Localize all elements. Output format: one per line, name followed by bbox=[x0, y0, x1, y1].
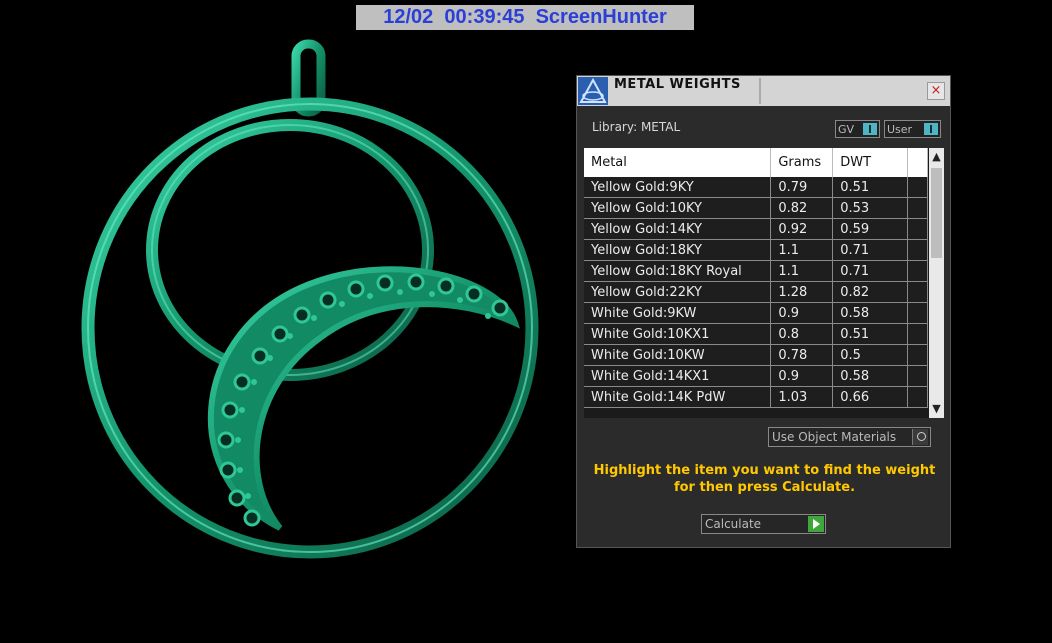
blank-cell bbox=[907, 344, 928, 366]
blank-cell bbox=[907, 197, 928, 219]
calculate-button[interactable]: Calculate bbox=[701, 514, 826, 534]
dwt-cell: 0.71 bbox=[832, 239, 909, 261]
table-row[interactable]: Yellow Gold:9KY 0.79 0.51 bbox=[584, 177, 928, 198]
table-row[interactable]: Yellow Gold:10KY 0.82 0.53 bbox=[584, 197, 928, 219]
blank-cell bbox=[907, 365, 928, 387]
grams-cell: 1.28 bbox=[770, 281, 834, 303]
table-header-row: Metal Grams DWT bbox=[584, 148, 928, 177]
grams-cell: 1.03 bbox=[770, 386, 834, 408]
list-scrollbar[interactable]: ▲ ▼ bbox=[929, 148, 944, 418]
gv-toggle[interactable]: GV bbox=[835, 120, 880, 138]
table-row[interactable]: White Gold:10KX1 0.8 0.51 bbox=[584, 323, 928, 345]
rhino-app-icon bbox=[578, 77, 608, 105]
column-header-blank bbox=[907, 148, 928, 177]
table-row[interactable]: White Gold:14KX1 0.9 0.58 bbox=[584, 365, 928, 387]
metal-list[interactable]: Metal Grams DWT Yellow Gold:9KY 0.79 0.51 Y… bbox=[584, 148, 944, 418]
dwt-cell: 0.5 bbox=[832, 344, 909, 366]
instructions-text: Highlight the item you want to find the … bbox=[593, 463, 936, 495]
calculate-label: Calculate bbox=[705, 517, 762, 531]
radio-icon bbox=[912, 429, 928, 445]
blank-cell bbox=[907, 386, 928, 408]
dwt-cell: 0.51 bbox=[832, 177, 909, 198]
render-viewport[interactable] bbox=[60, 38, 560, 578]
grams-cell: 0.79 bbox=[770, 177, 834, 198]
panel-title: METAL WEIGHTS bbox=[614, 77, 741, 92]
titlebar-divider bbox=[759, 78, 761, 104]
metal-name-cell: Yellow Gold:22KY bbox=[584, 281, 772, 303]
screen: 12/02 00:39:45 ScreenHunter METAL WEIGHT… bbox=[0, 0, 1052, 643]
grams-cell: 0.9 bbox=[770, 365, 834, 387]
use-object-materials-toggle[interactable]: Use Object Materials bbox=[768, 427, 931, 447]
toggle-knob-icon bbox=[924, 123, 938, 135]
screenhunter-timestamp: 12/02 00:39:45 ScreenHunter bbox=[356, 5, 694, 30]
dwt-cell: 0.53 bbox=[832, 197, 909, 219]
dwt-cell: 0.58 bbox=[832, 365, 909, 387]
metal-weights-panel: METAL WEIGHTS × Library: METAL GV User M… bbox=[576, 75, 951, 548]
scroll-thumb[interactable] bbox=[931, 168, 942, 258]
metal-name-cell: White Gold:14K PdW bbox=[584, 386, 772, 408]
grams-cell: 0.9 bbox=[770, 302, 834, 324]
grams-cell: 0.82 bbox=[770, 197, 834, 219]
blank-cell bbox=[907, 239, 928, 261]
table-row[interactable]: White Gold:9KW 0.9 0.58 bbox=[584, 302, 928, 324]
blank-cell bbox=[907, 281, 928, 303]
metal-name-cell: Yellow Gold:10KY bbox=[584, 197, 772, 219]
column-header-metal[interactable]: Metal bbox=[584, 148, 772, 177]
metal-name-cell: White Gold:9KW bbox=[584, 302, 772, 324]
grams-cell: 0.78 bbox=[770, 344, 834, 366]
dwt-cell: 0.82 bbox=[832, 281, 909, 303]
grams-cell: 1.1 bbox=[770, 260, 834, 282]
metal-name-cell: Yellow Gold:18KY bbox=[584, 239, 772, 261]
gv-toggle-label: GV bbox=[838, 123, 855, 136]
use-object-materials-label: Use Object Materials bbox=[772, 430, 897, 444]
grams-cell: 0.8 bbox=[770, 323, 834, 345]
scroll-down-icon[interactable]: ▼ bbox=[929, 400, 944, 418]
column-header-dwt[interactable]: DWT bbox=[832, 148, 909, 177]
metal-table-body: Yellow Gold:9KY 0.79 0.51 Yellow Gold:10KY 0… bbox=[584, 177, 928, 408]
metal-name-cell: White Gold:14KX1 bbox=[584, 365, 772, 387]
dwt-cell: 0.58 bbox=[832, 302, 909, 324]
metal-name-cell: Yellow Gold:14KY bbox=[584, 218, 772, 240]
dwt-cell: 0.59 bbox=[832, 218, 909, 240]
metal-name-cell: Yellow Gold:18KY Royal bbox=[584, 260, 772, 282]
grams-cell: 0.92 bbox=[770, 218, 834, 240]
metal-table: Metal Grams DWT Yellow Gold:9KY 0.79 0.51 Y… bbox=[584, 148, 928, 408]
library-label: Library: METAL bbox=[592, 120, 681, 134]
table-row[interactable]: White Gold:14K PdW 1.03 0.66 bbox=[584, 386, 928, 408]
column-header-grams[interactable]: Grams bbox=[770, 148, 834, 177]
table-row[interactable]: White Gold:10KW 0.78 0.5 bbox=[584, 344, 928, 366]
table-row[interactable]: Yellow Gold:18KY 1.1 0.71 bbox=[584, 239, 928, 261]
blank-cell bbox=[907, 177, 928, 198]
table-row[interactable]: Yellow Gold:14KY 0.92 0.59 bbox=[584, 218, 928, 240]
table-row[interactable]: Yellow Gold:22KY 1.28 0.82 bbox=[584, 281, 928, 303]
metal-name-cell: Yellow Gold:9KY bbox=[584, 177, 772, 198]
close-icon[interactable]: × bbox=[927, 82, 945, 100]
metal-name-cell: White Gold:10KX1 bbox=[584, 323, 772, 345]
pendant-render bbox=[81, 39, 539, 559]
grams-cell: 1.1 bbox=[770, 239, 834, 261]
scroll-up-icon[interactable]: ▲ bbox=[929, 148, 944, 166]
toggle-knob-icon bbox=[863, 123, 877, 135]
dwt-cell: 0.66 bbox=[832, 386, 909, 408]
panel-titlebar[interactable]: METAL WEIGHTS × bbox=[577, 76, 950, 106]
blank-cell bbox=[907, 302, 928, 324]
user-toggle[interactable]: User bbox=[884, 120, 941, 138]
dwt-cell: 0.71 bbox=[832, 260, 909, 282]
metal-name-cell: White Gold:10KW bbox=[584, 344, 772, 366]
blank-cell bbox=[907, 218, 928, 240]
play-icon bbox=[808, 516, 824, 532]
blank-cell bbox=[907, 260, 928, 282]
dwt-cell: 0.51 bbox=[832, 323, 909, 345]
user-toggle-label: User bbox=[887, 123, 913, 136]
table-row[interactable]: Yellow Gold:18KY Royal 1.1 0.71 bbox=[584, 260, 928, 282]
blank-cell bbox=[907, 323, 928, 345]
